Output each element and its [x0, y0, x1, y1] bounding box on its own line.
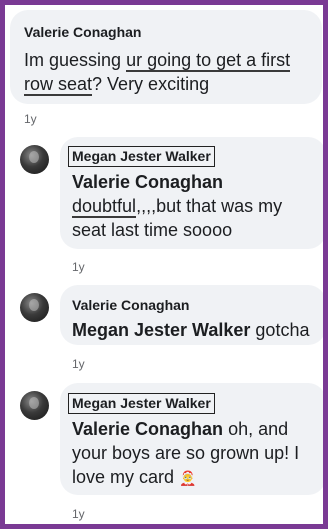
reply-text-underlined: doubtful	[72, 196, 137, 218]
reply-text-part: gotcha	[250, 320, 310, 340]
reply-author[interactable]: Megan Jester Walker	[68, 146, 215, 167]
reply-text: Megan Jester Walker gotcha	[72, 318, 309, 342]
reply-author[interactable]: Valerie Conaghan	[72, 297, 189, 313]
reply-text-part: your boys are so grown up! I	[72, 443, 300, 463]
reply-timestamp[interactable]: 1y	[72, 507, 85, 521]
reply-text-part: oh, and	[223, 419, 289, 439]
mention-link[interactable]: Valerie Conaghan	[72, 419, 223, 439]
reply-text: Valerie Conaghan doubtful,,,,but that wa…	[72, 170, 322, 242]
reply-author[interactable]: Megan Jester Walker	[68, 393, 215, 414]
avatar[interactable]	[20, 391, 49, 420]
reply-text-part: ,,,,but that was my	[136, 196, 283, 216]
comment-text-part: ? Very exciting	[92, 74, 210, 94]
comment-timestamp[interactable]: 1y	[24, 112, 37, 126]
comment-text-part: Im guessing	[24, 50, 127, 70]
comment-text: Im guessing ur going to get a first row …	[24, 48, 320, 96]
avatar[interactable]	[20, 293, 49, 322]
reply-text-part: love my card	[72, 467, 175, 487]
mention-link[interactable]: Valerie Conaghan	[72, 172, 223, 192]
reply-timestamp[interactable]: 1y	[72, 357, 85, 371]
reply-timestamp[interactable]: 1y	[72, 260, 85, 274]
avatar[interactable]	[20, 145, 49, 174]
reply-text-part: seat last time soooo	[72, 220, 233, 240]
santa-emoji-icon: 🤶	[179, 470, 197, 486]
mention-link[interactable]: Megan Jester Walker	[72, 320, 250, 340]
comment-text-underlined: ur going to get a first	[126, 50, 291, 72]
comment-text-underlined: row seat	[24, 74, 93, 96]
comment-author[interactable]: Valerie Conaghan	[24, 24, 141, 40]
reply-text: Valerie Conaghan oh, and your boys are s…	[72, 417, 322, 490]
